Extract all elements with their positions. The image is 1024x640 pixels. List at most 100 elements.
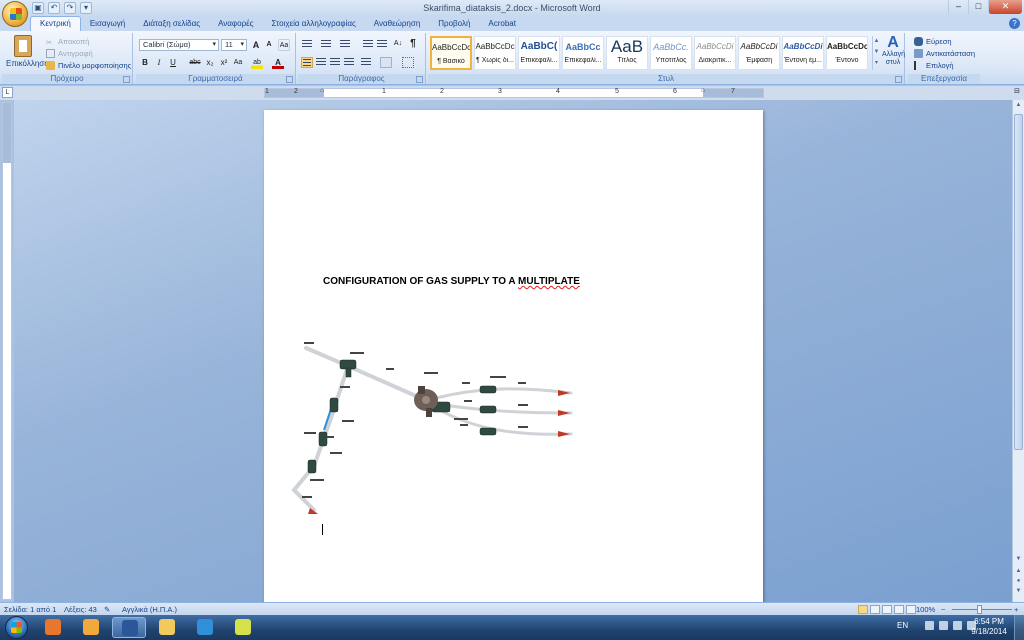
browse-object-button[interactable]: ● xyxy=(1014,578,1023,588)
borders-button[interactable] xyxy=(402,57,414,68)
find-button[interactable]: Εύρεση xyxy=(914,36,952,47)
zoom-out-button[interactable]: − xyxy=(941,605,945,614)
right-indent-marker-icon[interactable]: ⌂ xyxy=(701,87,705,94)
close-button[interactable]: ✕ xyxy=(988,0,1022,14)
tab-5[interactable]: Στοιχεία αλληλογραφίας xyxy=(263,18,365,31)
clock[interactable]: 6:54 PM 9/18/2014 xyxy=(968,617,1010,637)
replace-button[interactable]: Αντικατάσταση xyxy=(914,48,975,59)
zoom-level[interactable]: 100% xyxy=(916,605,935,614)
styles-scroll-down-icon[interactable]: ▼ xyxy=(873,47,880,58)
highlight-button[interactable]: ab xyxy=(251,57,263,69)
font-launcher-icon[interactable] xyxy=(286,76,293,83)
style-item[interactable]: AaBbC(Επικεφαλί... xyxy=(518,36,560,70)
grow-font-button[interactable]: A xyxy=(250,39,262,51)
decrease-indent-button[interactable] xyxy=(362,39,374,50)
style-item[interactable]: AaBbCcDi Έμφαση xyxy=(738,36,780,70)
show-marks-button[interactable]: ¶ xyxy=(407,38,419,50)
increase-indent-button[interactable] xyxy=(376,39,388,50)
view-ruler-button[interactable]: ⊟ xyxy=(1012,87,1022,98)
select-button[interactable]: Επιλογή xyxy=(914,60,954,71)
start-button[interactable] xyxy=(2,615,30,640)
print-layout-view-button[interactable] xyxy=(858,605,868,614)
document-heading[interactable]: CONFIGURATION OF GAS SUPPLY TO A MULTIPL… xyxy=(323,276,580,287)
shrink-font-button[interactable]: A xyxy=(263,39,275,51)
style-item[interactable]: AaBbCcDi Έντονη έμ... xyxy=(782,36,824,70)
font-size-combo[interactable]: 11 xyxy=(221,39,247,51)
style-item[interactable]: AaBbCc Επικεφαλί... xyxy=(562,36,604,70)
office-button[interactable] xyxy=(2,1,28,27)
styles-launcher-icon[interactable] xyxy=(895,76,902,83)
line-spacing-button[interactable] xyxy=(360,57,372,68)
draft-view-button[interactable] xyxy=(906,605,916,614)
styles-scroll-up-icon[interactable]: ▲ xyxy=(873,36,880,47)
word-count[interactable]: Λέξεις: 43 xyxy=(64,605,97,614)
format-painter-button[interactable]: Πινέλο μορφοποίησης xyxy=(46,60,131,71)
subscript-button[interactable]: x₂ xyxy=(204,57,216,69)
style-item[interactable]: AaBbCcDi Διακριτικ... xyxy=(694,36,736,70)
document-page[interactable]: CONFIGURATION OF GAS SUPPLY TO A MULTIPL… xyxy=(264,110,763,602)
tab-4[interactable]: Αναφορές xyxy=(209,18,262,31)
paragraph-launcher-icon[interactable] xyxy=(416,76,423,83)
input-language[interactable]: EN xyxy=(897,621,908,630)
network-icon[interactable] xyxy=(953,621,962,630)
change-case-button[interactable]: Aa xyxy=(232,57,244,69)
taskbar-app-orange-button[interactable] xyxy=(74,617,108,638)
align-right-button[interactable] xyxy=(329,57,341,68)
taskbar-pdf-button[interactable] xyxy=(226,617,260,638)
tab-2[interactable]: Εισαγωγή xyxy=(81,18,134,31)
document-area[interactable]: CONFIGURATION OF GAS SUPPLY TO A MULTIPL… xyxy=(14,100,1012,602)
underline-button[interactable]: U xyxy=(167,57,179,69)
superscript-button[interactable]: x² xyxy=(218,57,230,69)
proofing-icon[interactable]: ✎ xyxy=(104,605,114,614)
web-layout-view-button[interactable] xyxy=(882,605,892,614)
tab-1[interactable]: Κεντρική xyxy=(30,16,81,31)
show-desktop-button[interactable] xyxy=(1014,615,1024,640)
bullets-button[interactable] xyxy=(301,39,313,50)
tray-up-icon[interactable] xyxy=(925,621,934,630)
styles-more-icon[interactable]: ▾ xyxy=(873,58,880,69)
scrollbar-thumb[interactable] xyxy=(1014,114,1023,450)
tab-7[interactable]: Προβολή xyxy=(429,18,479,31)
taskbar-word-button[interactable] xyxy=(112,617,146,638)
gas-supply-diagram[interactable] xyxy=(286,338,606,523)
minimize-button[interactable]: – xyxy=(948,0,968,14)
bold-button[interactable]: B xyxy=(139,57,151,69)
maximize-button[interactable]: □ xyxy=(968,0,988,14)
numbering-button[interactable] xyxy=(320,39,332,50)
tab-3[interactable]: Διάταξη σελίδας xyxy=(134,18,209,31)
shading-button[interactable] xyxy=(380,57,392,68)
zoom-in-button[interactable]: + xyxy=(1014,605,1018,614)
change-styles-button[interactable]: A Αλλαγή στυλ xyxy=(882,35,905,71)
style-item[interactable]: AaBbCcDc Έντονο xyxy=(826,36,868,70)
tab-8[interactable]: Acrobat xyxy=(479,18,525,31)
flag-icon[interactable] xyxy=(939,621,948,630)
sort-button[interactable]: A↓ xyxy=(392,38,404,50)
vertical-scrollbar[interactable]: ▲ ▼ ▲ ● ▼ xyxy=(1012,100,1024,602)
indent-marker-icon[interactable]: ⌂ xyxy=(320,87,324,94)
strikethrough-button[interactable]: abc xyxy=(187,57,203,69)
font-name-combo[interactable]: Calibri (Σώμα) xyxy=(139,39,219,51)
heading-misspelled-word[interactable]: MULTIPLATE xyxy=(518,276,580,287)
align-left-button[interactable] xyxy=(301,57,313,68)
align-center-button[interactable] xyxy=(315,57,327,68)
scroll-up-button[interactable]: ▲ xyxy=(1014,102,1023,112)
copy-button[interactable]: Αντιγραφή xyxy=(46,48,93,59)
style-item[interactable]: AaBbCc. Υπότιτλος xyxy=(650,36,692,70)
justify-button[interactable] xyxy=(343,57,355,68)
style-item[interactable]: AaBbCcDc ¶ Χωρίς δι... xyxy=(474,36,516,70)
tab-6[interactable]: Αναθεώρηση xyxy=(365,18,429,31)
taskbar-internet-explorer-button[interactable] xyxy=(188,617,222,638)
style-item[interactable]: AaB Τίτλος xyxy=(606,36,648,70)
vertical-ruler[interactable] xyxy=(2,102,12,600)
style-item[interactable]: AaBbCcDc ¶ Βασικό xyxy=(430,36,472,70)
zoom-slider-thumb[interactable] xyxy=(977,605,982,614)
full-screen-view-button[interactable] xyxy=(870,605,880,614)
cut-button[interactable]: ✂ Αποκοπή xyxy=(46,36,89,47)
italic-button[interactable]: I xyxy=(153,57,165,69)
help-icon[interactable]: ? xyxy=(1009,18,1020,29)
next-page-button[interactable]: ▼ xyxy=(1014,588,1023,598)
paste-button[interactable]: Επικόλληση xyxy=(6,33,49,71)
horizontal-ruler[interactable]: 1 2 1 2 3 4 5 6 7 ⌂ ⌂ xyxy=(264,87,764,98)
scroll-down-button[interactable]: ▼ xyxy=(1014,556,1023,566)
multilevel-list-button[interactable] xyxy=(339,39,351,50)
